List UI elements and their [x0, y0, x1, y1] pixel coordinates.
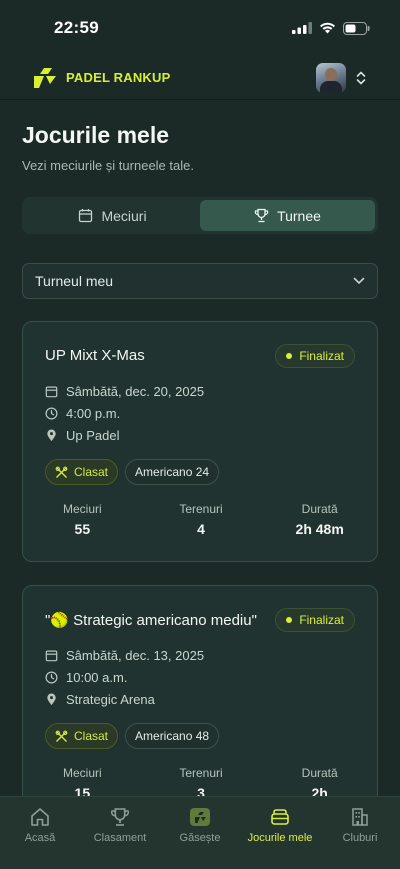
tournament-tags: Clasat Americano 48: [45, 723, 220, 749]
calendar-icon: [45, 386, 58, 398]
nav-item-home[interactable]: Acasă: [0, 807, 80, 869]
format-chip: Americano 24: [125, 459, 220, 485]
tournament-time-text: 10:00 a.m.: [66, 670, 128, 685]
nav-item-ranking[interactable]: Clasament: [80, 807, 160, 869]
signal-icon: [292, 22, 312, 34]
crossed-rackets-icon: [55, 730, 68, 742]
tournament-filter-select[interactable]: Turneul meu: [22, 263, 378, 299]
tournament-location-text: Strategic Arena: [66, 692, 155, 707]
status-icons: [292, 21, 370, 35]
page-title: Jocurile mele: [22, 122, 170, 148]
nav-item-my-games-label: Jocurile mele: [247, 832, 313, 844]
format-chip-label: Americano 48: [135, 729, 210, 743]
logo-icon: [190, 808, 210, 826]
tournament-date: Sâmbătă, dec. 20, 2025: [45, 384, 204, 399]
status-badge-label: Finalizat: [299, 613, 344, 627]
ranked-chip-label: Clasat: [74, 729, 109, 743]
format-chip-label: Americano 24: [135, 465, 210, 479]
tournament-card[interactable]: "🥎 Strategic americano mediu" Finalizat …: [22, 585, 378, 826]
tournament-date: Sâmbătă, dec. 13, 2025: [45, 648, 204, 663]
status-bar: 22:59: [0, 0, 400, 56]
tournament-time-text: 4:00 p.m.: [66, 406, 121, 421]
tab-meciuri[interactable]: Meciuri: [25, 200, 200, 231]
nav-item-find[interactable]: Găsește: [160, 807, 240, 869]
stat-duration-label: Durată: [301, 502, 338, 516]
status-badge: Finalizat: [275, 344, 355, 368]
location-pin-icon: [47, 693, 56, 706]
stat-duration-value: 2h 48m: [295, 521, 344, 537]
account-switcher[interactable]: [316, 62, 366, 93]
calendar-icon: [79, 209, 93, 223]
stat-courts-label: Terenuri: [179, 766, 223, 780]
stat-duration-label: Durată: [301, 766, 338, 780]
status-time: 22:59: [54, 18, 99, 37]
brand[interactable]: PADEL RANKUP: [30, 66, 170, 90]
games-tabs: Meciuri Turnee: [22, 197, 378, 234]
tab-turnee[interactable]: Turnee: [200, 200, 375, 231]
bottom-nav: Acasă Clasament Găsește Jocurile mele Cl…: [0, 796, 400, 869]
games-icon: [271, 809, 289, 825]
ranked-chip: Clasat: [45, 723, 119, 749]
tournament-card[interactable]: UP Mixt X-Mas Finalizat Sâmbătă, dec. 20…: [22, 321, 378, 562]
stat-courts-label: Terenuri: [179, 502, 223, 516]
filter-selected-value: Turneul meu: [35, 273, 114, 289]
nav-item-home-label: Acasă: [24, 832, 56, 844]
ranked-chip-label: Clasat: [74, 465, 109, 479]
clock-icon: [45, 671, 58, 684]
nav-item-clubs-label: Cluburi: [342, 832, 378, 844]
tournament-location: Strategic Arena: [45, 692, 155, 707]
tab-turnee-label: Turnee: [277, 207, 321, 224]
stat-matches-label: Meciuri: [63, 502, 102, 516]
brand-name: PADEL RANKUP: [66, 70, 171, 85]
tournament-date-text: Sâmbătă, dec. 13, 2025: [66, 648, 205, 663]
tournament-stats: Meciuri 55 Terenuri 4 Durată 2h 48m: [23, 502, 379, 537]
tournament-time: 4:00 p.m.: [45, 406, 120, 421]
tournament-title: UP Mixt X-Mas: [45, 347, 145, 364]
tab-meciuri-label: Meciuri: [101, 207, 147, 224]
logo-icon: [32, 67, 56, 88]
building-icon: [352, 808, 368, 826]
status-badge-label: Finalizat: [299, 349, 344, 363]
tournament-title: "🥎 Strategic americano mediu": [45, 612, 257, 629]
stat-matches: Meciuri 55: [23, 502, 142, 537]
calendar-icon: [45, 650, 58, 662]
wifi-icon: [320, 22, 335, 34]
battery-icon: [343, 21, 370, 35]
tournament-location: Up Padel: [45, 428, 119, 443]
page-subtitle: Vezi meciurile și turneele tale.: [22, 158, 194, 173]
home-icon: [31, 808, 49, 826]
avatar: [316, 62, 346, 93]
ranked-chip: Clasat: [45, 459, 119, 485]
nav-item-ranking-label: Clasament: [93, 832, 147, 844]
stat-courts: Terenuri 4: [142, 502, 261, 537]
tournament-location-text: Up Padel: [66, 428, 120, 443]
tournament-time: 10:00 a.m.: [45, 670, 127, 685]
nav-item-clubs[interactable]: Cluburi: [320, 807, 400, 869]
status-badge: Finalizat: [275, 608, 355, 632]
stat-duration: Durată 2h 48m: [260, 502, 379, 537]
clock-icon: [45, 407, 58, 420]
trophy-icon: [254, 208, 269, 223]
nav-item-my-games[interactable]: Jocurile mele: [240, 807, 320, 869]
status-dot: [286, 617, 293, 623]
app-header: PADEL RANKUP: [0, 56, 400, 100]
chevron-down-icon: [353, 277, 365, 285]
tournament-tags: Clasat Americano 24: [45, 459, 220, 485]
stat-matches-label: Meciuri: [63, 766, 102, 780]
location-pin-icon: [47, 429, 56, 442]
stat-matches-value: 55: [74, 521, 91, 537]
status-dot: [286, 353, 293, 359]
crossed-rackets-icon: [55, 466, 68, 478]
chevron-updown-icon: [356, 70, 366, 85]
nav-item-find-label: Găsește: [179, 832, 221, 844]
format-chip: Americano 48: [125, 723, 220, 749]
stat-courts-value: 4: [197, 521, 205, 537]
trophy-icon: [110, 808, 130, 826]
tournament-date-text: Sâmbătă, dec. 20, 2025: [66, 384, 205, 399]
